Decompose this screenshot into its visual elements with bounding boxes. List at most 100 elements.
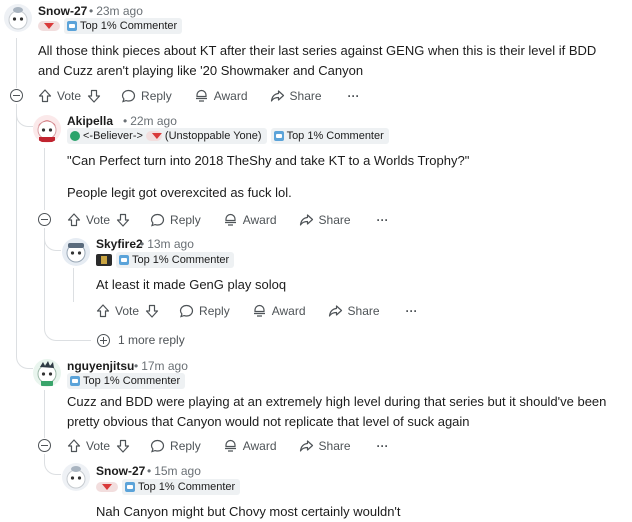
upvote-button[interactable]: Vote [67,439,110,453]
downvote-icon [87,89,101,103]
upvote-button[interactable]: Vote [96,304,139,318]
comment-timestamp: • 23m ago [89,4,143,18]
team-flair-icon [145,131,162,141]
downvote-button[interactable] [145,304,159,318]
collapse-thread-button[interactable] [10,89,23,102]
more-options-button[interactable]: ··· [377,213,389,227]
user-flair: Top 1% Commenter [38,18,183,34]
snoo-avatar-icon [8,7,28,30]
share-button[interactable]: Share [270,89,322,103]
more-options-button[interactable]: ··· [348,89,360,103]
thread-line [44,148,45,210]
upvote-icon [96,304,110,318]
comment-actions: Vote Reply Award Share ··· [96,301,418,321]
top-commenter-icon [67,21,77,31]
award-button[interactable]: Award [252,304,306,318]
thread-connector [16,104,33,127]
team-logo-icon [96,254,112,266]
avatar[interactable] [4,4,32,32]
share-icon [299,214,313,226]
award-button[interactable]: Award [194,89,248,103]
avatar[interactable] [62,238,90,266]
award-icon [224,439,236,452]
downvote-button[interactable] [116,213,130,227]
avatar[interactable] [33,359,61,387]
share-icon [299,440,313,452]
award-button[interactable]: Award [223,439,277,453]
comment-username[interactable]: Snow-27 [38,4,87,18]
comment-bubble-icon [179,304,194,318]
comment-body: Nah Canyon might but Chovy most certainl… [96,504,401,519]
thread-line [73,268,74,302]
award-button[interactable]: Award [223,213,277,227]
share-button[interactable]: Share [299,213,351,227]
comment-username[interactable]: Skyfire2 [96,237,143,251]
user-flair: Top 1% Commenter [96,479,241,495]
upvote-icon [38,89,52,103]
thread-line [44,390,45,438]
team-flair-icon [38,21,60,31]
more-options-button[interactable]: ··· [377,439,389,453]
avatar[interactable] [62,463,90,491]
collapse-thread-button[interactable] [38,213,51,226]
comment-timestamp: • 15m ago [147,464,201,478]
thread-connector [44,228,61,251]
more-options-button[interactable]: ··· [406,304,418,318]
team-flair-icon [96,482,118,492]
top-commenter-icon [119,255,129,265]
snoo-avatar-icon [37,361,57,386]
share-button[interactable]: Share [328,304,380,318]
comment-actions: Vote Reply Award Share ··· [67,210,389,230]
share-icon [328,305,342,317]
share-button[interactable]: Share [299,439,351,453]
top-commenter-icon [125,482,135,492]
thread-connector [16,340,33,369]
snoo-avatar-icon [37,120,57,142]
comment-bubble-icon [121,89,136,103]
share-icon [270,90,284,102]
downvote-icon [116,439,130,453]
comment-username[interactable]: nguyenjitsu [67,359,134,373]
reply-button[interactable]: Reply [150,439,201,453]
reply-button[interactable]: Reply [179,304,230,318]
believer-icon [70,131,80,141]
expand-plus-icon [97,333,110,347]
user-flair: Top 1% Commenter [96,252,235,268]
comment-bubble-icon [150,439,165,453]
top-commenter-icon [273,131,284,141]
comment-timestamp: • 13m ago [140,237,194,251]
thread-line [16,104,17,354]
comment-timestamp: • 22m ago [123,114,177,128]
comment-body: All those think pieces about KT after th… [38,43,597,78]
avatar[interactable] [33,115,61,143]
thread-connector [44,318,91,341]
collapse-thread-button[interactable] [38,439,51,452]
snoo-avatar-icon [66,243,86,263]
reply-button[interactable]: Reply [150,213,201,227]
downvote-icon [145,304,159,318]
thread-connector [44,454,61,475]
award-icon [224,213,236,226]
user-flair: <-Believer-> (Unstoppable Yone) Top 1% C… [67,128,389,144]
upvote-button[interactable]: Vote [38,89,81,103]
downvote-button[interactable] [87,89,101,103]
comment-body: At least it made GenG play soloq [96,277,287,292]
upvote-icon [67,213,81,227]
comment-timestamp: • 17m ago [134,359,188,373]
comment-username[interactable]: Akipella [67,114,113,128]
user-flair: Top 1% Commenter [67,373,186,389]
top-commenter-icon [70,376,80,386]
comment-body: Cuzz and BDD were playing at an extremel… [67,394,607,429]
upvote-icon [67,439,81,453]
comment-body: People legit got overexcited as fuck lol… [67,185,292,200]
comment-actions: Vote Reply Award Share ··· [38,86,360,106]
comment-bubble-icon [150,213,165,227]
comment-username[interactable]: Snow-27 [96,464,145,478]
downvote-icon [116,213,130,227]
more-replies-button[interactable]: 1 more reply [97,333,185,347]
comment-body: "Can Perfect turn into 2018 TheShy and t… [67,153,470,168]
upvote-button[interactable]: Vote [67,213,110,227]
reply-button[interactable]: Reply [121,89,172,103]
award-icon [195,89,207,102]
downvote-button[interactable] [116,439,130,453]
